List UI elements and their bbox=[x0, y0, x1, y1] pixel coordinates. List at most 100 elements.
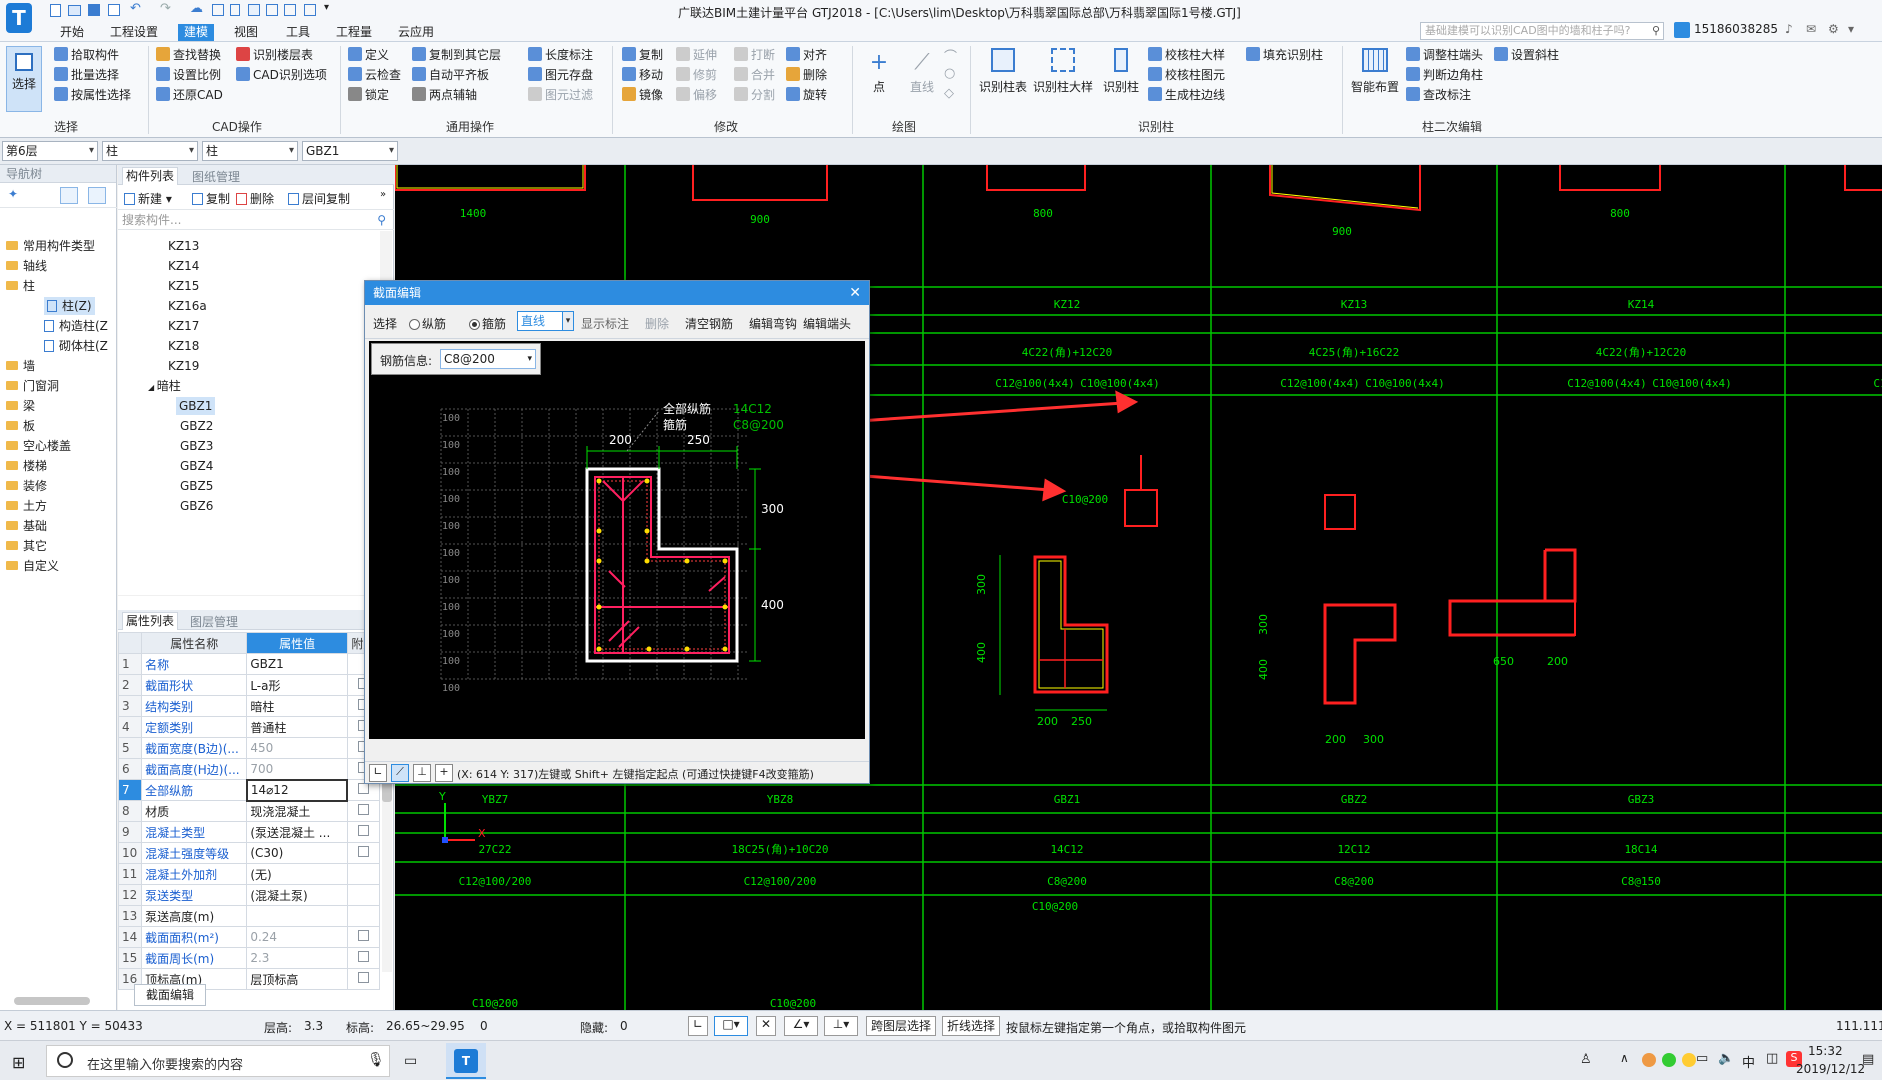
component-search-input[interactable]: 搜索构件... ⚲ bbox=[118, 210, 394, 230]
check-column-element-button[interactable]: 校核柱图元 bbox=[1148, 66, 1225, 84]
list-view-icon[interactable] bbox=[60, 187, 78, 204]
auto-flush-slab-button[interactable]: 自动平齐板 bbox=[412, 66, 489, 84]
ortho-toggle-icon[interactable]: ∟ bbox=[688, 1016, 708, 1036]
component-search-icon[interactable]: ⚲ bbox=[377, 210, 386, 230]
nav-item[interactable]: 构造柱(Z bbox=[44, 317, 108, 335]
grid-view-icon[interactable] bbox=[88, 187, 106, 204]
arc-icon[interactable]: ⌒ bbox=[944, 46, 957, 65]
section-edit-tab[interactable]: 截面编辑 bbox=[134, 984, 206, 1006]
judge-corner-column-button[interactable]: 判断边角柱 bbox=[1406, 66, 1483, 84]
longitudinal-radio[interactable]: 纵筋 bbox=[409, 315, 446, 332]
checkbox[interactable] bbox=[358, 783, 370, 794]
delete-button[interactable]: 删除 bbox=[786, 66, 827, 84]
volume-icon[interactable]: 🔈 bbox=[1718, 1051, 1734, 1066]
nav-item[interactable]: 墙 bbox=[6, 357, 35, 375]
component-item[interactable]: GBZ5 bbox=[180, 477, 213, 495]
rect-select-icon[interactable]: □▾ bbox=[714, 1016, 748, 1036]
property-value[interactable]: 14⌀12 bbox=[245, 778, 349, 802]
property-row[interactable]: 12 泵送类型 (混凝土泵) bbox=[117, 884, 381, 906]
tray-app-icon[interactable] bbox=[1642, 1053, 1656, 1067]
define-button[interactable]: 定义 bbox=[348, 46, 389, 64]
property-row[interactable]: 2 截面形状 L-a形 bbox=[117, 674, 381, 696]
two-point-axis-button[interactable]: 两点辅轴 bbox=[412, 86, 477, 104]
delete-component-button[interactable]: 删除 bbox=[236, 190, 274, 207]
mirror-button[interactable]: 镜像 bbox=[622, 86, 663, 104]
polyline-select-button[interactable]: 折线选择 bbox=[942, 1016, 1001, 1036]
nav-item[interactable]: 常用构件类型 bbox=[6, 237, 95, 255]
nav-item[interactable]: 板 bbox=[6, 417, 35, 435]
draw-mode-select[interactable]: 直线 ▾ bbox=[517, 311, 574, 331]
clear-rebar-button[interactable]: 清空钢筋 bbox=[685, 315, 733, 332]
component-item[interactable]: KZ18 bbox=[168, 337, 199, 355]
stirrup-radio[interactable]: 箍筋 bbox=[469, 315, 506, 332]
chart-icon[interactable] bbox=[266, 4, 278, 16]
component-group[interactable]: ◢ 暗柱 bbox=[148, 377, 181, 395]
offset-button[interactable]: 偏移 bbox=[676, 86, 717, 104]
doc-icon[interactable] bbox=[230, 4, 240, 16]
rect-icon[interactable]: ◇ bbox=[944, 86, 954, 101]
nav-item[interactable]: 门窗洞 bbox=[6, 377, 59, 395]
people-icon[interactable]: ♙ bbox=[1580, 1052, 1592, 1067]
check-column-detail-button[interactable]: 校核柱大样 bbox=[1148, 46, 1225, 64]
property-row[interactable]: 13 泵送高度(m) bbox=[117, 905, 381, 927]
save-icon[interactable] bbox=[88, 4, 100, 16]
tab-component-list[interactable]: 构件列表 bbox=[122, 167, 179, 185]
property-row[interactable]: 11 混凝土外加剂 (无) bbox=[117, 863, 381, 885]
property-row[interactable]: 7 全部纵筋 14⌀12 bbox=[117, 778, 381, 802]
help-search-input[interactable]: 基础建模可以识别CAD图中的墙和柱子吗? ⚲ bbox=[1420, 22, 1664, 40]
property-row[interactable]: 5 截面宽度(B边)(... 450 bbox=[117, 737, 381, 759]
batch-select-button[interactable]: 批量选择 bbox=[54, 66, 119, 84]
component-item[interactable]: KZ19 bbox=[168, 357, 199, 375]
nav-item[interactable]: 轴线 bbox=[6, 257, 47, 275]
lock-button[interactable]: 锁定 bbox=[348, 86, 389, 104]
set-scale-button[interactable]: 设置比例 bbox=[156, 66, 221, 84]
component-item[interactable]: GBZ4 bbox=[180, 457, 213, 475]
component-item[interactable]: KZ13 bbox=[168, 237, 199, 255]
task-view-icon[interactable]: ▭ bbox=[404, 1053, 417, 1069]
component-item[interactable]: GBZ1 bbox=[176, 397, 216, 415]
floor-select[interactable]: 第6层 bbox=[2, 141, 98, 161]
ortho-icon[interactable]: ∟ bbox=[369, 764, 387, 782]
property-value[interactable]: 450 bbox=[246, 737, 348, 759]
element-subtype-select[interactable]: 柱 bbox=[202, 141, 298, 161]
open-file-icon[interactable] bbox=[68, 5, 81, 16]
generate-column-edge-button[interactable]: 生成柱边线 bbox=[1148, 86, 1225, 104]
property-value[interactable]: (泵送混凝土 ... bbox=[246, 821, 348, 843]
new-file-icon[interactable] bbox=[50, 4, 61, 17]
select-button[interactable]: 选择 bbox=[6, 46, 42, 112]
align-button[interactable]: 对齐 bbox=[786, 46, 827, 64]
checkbox[interactable] bbox=[357, 846, 369, 857]
minimize-icon[interactable]: ▾ bbox=[1848, 22, 1854, 36]
snap-point-icon[interactable]: + bbox=[435, 764, 453, 782]
component-select[interactable]: GBZ1 bbox=[302, 141, 398, 161]
split-button[interactable]: 分割 bbox=[734, 86, 775, 104]
floor-copy-button[interactable]: 层间复制 bbox=[288, 190, 350, 207]
nav-item[interactable]: 砌体柱(Z bbox=[44, 337, 108, 355]
tool-icon[interactable] bbox=[284, 4, 296, 16]
property-row[interactable]: 9 混凝土类型 (泵送混凝土 ... bbox=[117, 821, 381, 843]
more-icon[interactable]: » bbox=[380, 189, 386, 200]
line-button[interactable]: ⟋ 直线 bbox=[904, 48, 940, 95]
component-item[interactable]: KZ17 bbox=[168, 317, 199, 335]
property-value[interactable]: 暗柱 bbox=[246, 695, 348, 717]
property-row[interactable]: 8 材质 现浇混凝土 bbox=[117, 800, 381, 822]
nav-item[interactable]: 自定义 bbox=[6, 557, 59, 575]
restore-cad-button[interactable]: 还原CAD bbox=[156, 86, 223, 104]
show-dimension-button[interactable]: 显示标注 bbox=[581, 315, 629, 332]
nav-item[interactable]: 空心楼盖 bbox=[6, 437, 71, 455]
property-row[interactable]: 3 结构类别 暗柱 bbox=[117, 695, 381, 717]
adjust-column-end-button[interactable]: 调整柱端头 bbox=[1406, 46, 1483, 64]
app-logo-icon[interactable]: T bbox=[6, 3, 32, 33]
menu-modeling[interactable]: 建模 bbox=[178, 24, 215, 41]
property-row[interactable]: 10 混凝土强度等级 (C30) bbox=[117, 842, 381, 864]
property-value[interactable] bbox=[246, 905, 348, 927]
edit-hook-button[interactable]: 编辑弯钩 bbox=[749, 315, 797, 332]
nav-item[interactable]: 基础 bbox=[6, 517, 47, 535]
tab-drawing-manage[interactable]: 图纸管理 bbox=[192, 168, 240, 185]
nav-item[interactable]: 柱 bbox=[6, 277, 35, 295]
recognize-floor-table-button[interactable]: 识别楼层表 bbox=[236, 46, 313, 64]
menu-quantity[interactable]: 工程量 bbox=[330, 24, 378, 41]
circle-icon[interactable]: ○ bbox=[944, 66, 955, 81]
menu-project-settings[interactable]: 工程设置 bbox=[104, 24, 164, 41]
copy-button[interactable]: 复制 bbox=[622, 46, 663, 64]
